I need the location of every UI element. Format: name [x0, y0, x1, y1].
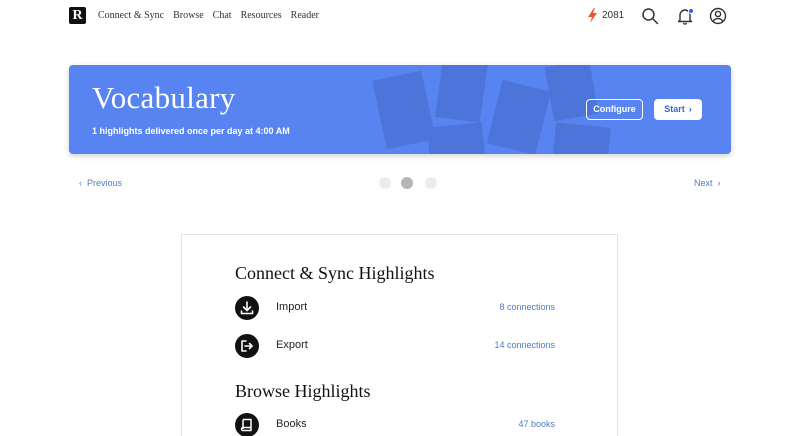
chevron-left-icon: ‹	[79, 178, 82, 188]
next-button[interactable]: Next ›	[694, 178, 721, 188]
configure-button[interactable]: Configure	[586, 99, 643, 120]
pager-dot-1[interactable]	[379, 177, 391, 189]
books-count[interactable]: 47 books	[518, 419, 555, 429]
chevron-right-icon: ›	[688, 104, 692, 114]
list-item-books[interactable]: Books 47 books	[235, 413, 555, 436]
search-button[interactable]	[641, 7, 659, 25]
start-button-label: Start	[664, 104, 685, 114]
list-item-import[interactable]: Import 8 connections	[235, 296, 555, 320]
section-title-browse: Browse Highlights	[235, 381, 371, 401]
nav-link-browse[interactable]: Browse	[173, 10, 204, 21]
highlights-card: Connect & Sync Highlights Import 8 conne…	[181, 234, 618, 436]
nav-links: Connect & Sync Browse Chat Resources Rea…	[98, 10, 319, 21]
nav-link-connect-sync[interactable]: Connect & Sync	[98, 10, 164, 21]
nav-link-resources[interactable]: Resources	[241, 10, 282, 21]
notification-badge	[688, 8, 694, 14]
notifications-button[interactable]	[676, 7, 694, 25]
search-icon	[642, 8, 659, 25]
start-button[interactable]: Start ›	[654, 99, 702, 120]
banner-title: Vocabulary	[92, 80, 236, 115]
list-item-export[interactable]: Export 14 connections	[235, 334, 555, 358]
streak-count: 2081	[602, 10, 625, 21]
review-banner: Vocabulary 1 highlights delivered once p…	[69, 65, 731, 154]
banner-subtitle: 1 highlights delivered once per day at 4…	[92, 126, 290, 136]
streak-counter[interactable]: 2081	[587, 8, 624, 23]
import-count[interactable]: 8 connections	[499, 302, 555, 312]
export-count[interactable]: 14 connections	[494, 340, 555, 350]
books-label: Books	[276, 418, 307, 430]
previous-button[interactable]: ‹ Previous	[79, 178, 122, 188]
chevron-right-icon: ›	[717, 178, 721, 188]
section-title-connect-sync: Connect & Sync Highlights	[235, 263, 435, 283]
lightning-icon	[588, 8, 597, 23]
download-icon	[235, 296, 259, 320]
export-icon	[235, 334, 259, 358]
nav-link-chat[interactable]: Chat	[213, 10, 232, 21]
nav-link-reader[interactable]: Reader	[291, 10, 319, 21]
top-nav: R Connect & Sync Browse Chat Resources R…	[0, 0, 800, 34]
next-label: Next	[694, 178, 713, 188]
book-icon	[235, 413, 259, 436]
pager-dot-3[interactable]	[425, 177, 437, 189]
account-button[interactable]	[709, 7, 727, 25]
export-label: Export	[276, 339, 308, 351]
user-icon	[709, 7, 727, 25]
previous-label: Previous	[87, 178, 123, 188]
readwise-logo[interactable]: R	[69, 7, 86, 24]
pager-dot-2[interactable]	[401, 177, 413, 189]
import-label: Import	[276, 301, 308, 313]
